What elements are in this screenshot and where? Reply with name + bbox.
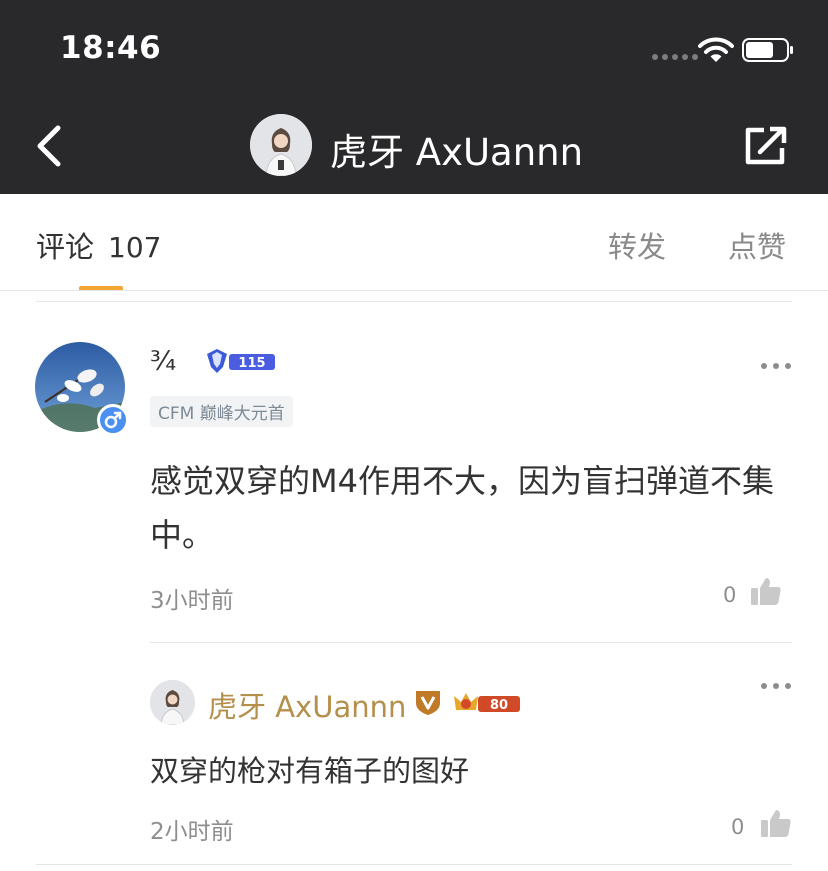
- status-time: 18:46: [60, 30, 162, 66]
- reply-username[interactable]: 虎牙 AxUannn: [208, 684, 406, 726]
- tab-reposts[interactable]: 转发: [608, 224, 666, 266]
- comment-time: 3小时前: [150, 588, 234, 614]
- reply-avatar[interactable]: [150, 680, 195, 725]
- reply-time: 2小时前: [150, 819, 234, 845]
- comment-text: 感觉双穿的M4作用不大，因为盲扫弹道不集中。: [150, 462, 774, 554]
- level-badge: 115: [207, 349, 275, 373]
- tab-likes[interactable]: 点赞: [728, 224, 786, 266]
- thumbs-up-icon[interactable]: [760, 808, 792, 838]
- nav-title: 虎牙 AxUannn: [330, 131, 584, 174]
- comment-like-count: 0: [723, 583, 737, 607]
- wifi-icon: [698, 37, 734, 62]
- reply-text: 双穿的枪对有箱子的图好: [150, 754, 470, 788]
- verified-v-icon: [416, 691, 440, 715]
- cellular-signal-icon: [652, 54, 698, 60]
- battery-icon: [742, 38, 793, 62]
- share-icon[interactable]: [742, 124, 790, 168]
- tab-comments[interactable]: 评论 107: [36, 224, 161, 266]
- tab-comments-label: 评论: [36, 230, 95, 264]
- tab-comments-count: 107: [108, 231, 162, 264]
- user-tag-badge: CFM 巅峰大元首: [150, 396, 293, 427]
- reply-more-icon[interactable]: [761, 683, 791, 691]
- reply-like-count: 0: [731, 815, 745, 839]
- back-arrow-icon[interactable]: [34, 124, 64, 168]
- thumbs-up-icon[interactable]: [750, 576, 782, 606]
- reply-divider: [150, 642, 792, 643]
- list-top-divider: [36, 301, 792, 302]
- tabs-divider: [0, 290, 828, 291]
- navigation-header: 18:46 虎牙 AxUannn: [0, 0, 828, 194]
- nav-avatar[interactable]: [250, 114, 312, 176]
- svg-text:115: 115: [238, 356, 265, 371]
- list-bottom-divider: [36, 864, 792, 865]
- comment-more-icon[interactable]: [761, 363, 791, 371]
- svg-text:80: 80: [490, 698, 508, 713]
- male-gender-icon: [97, 404, 129, 436]
- level-80-badge: 80: [454, 693, 520, 713]
- commenter-username[interactable]: ¾: [150, 346, 176, 377]
